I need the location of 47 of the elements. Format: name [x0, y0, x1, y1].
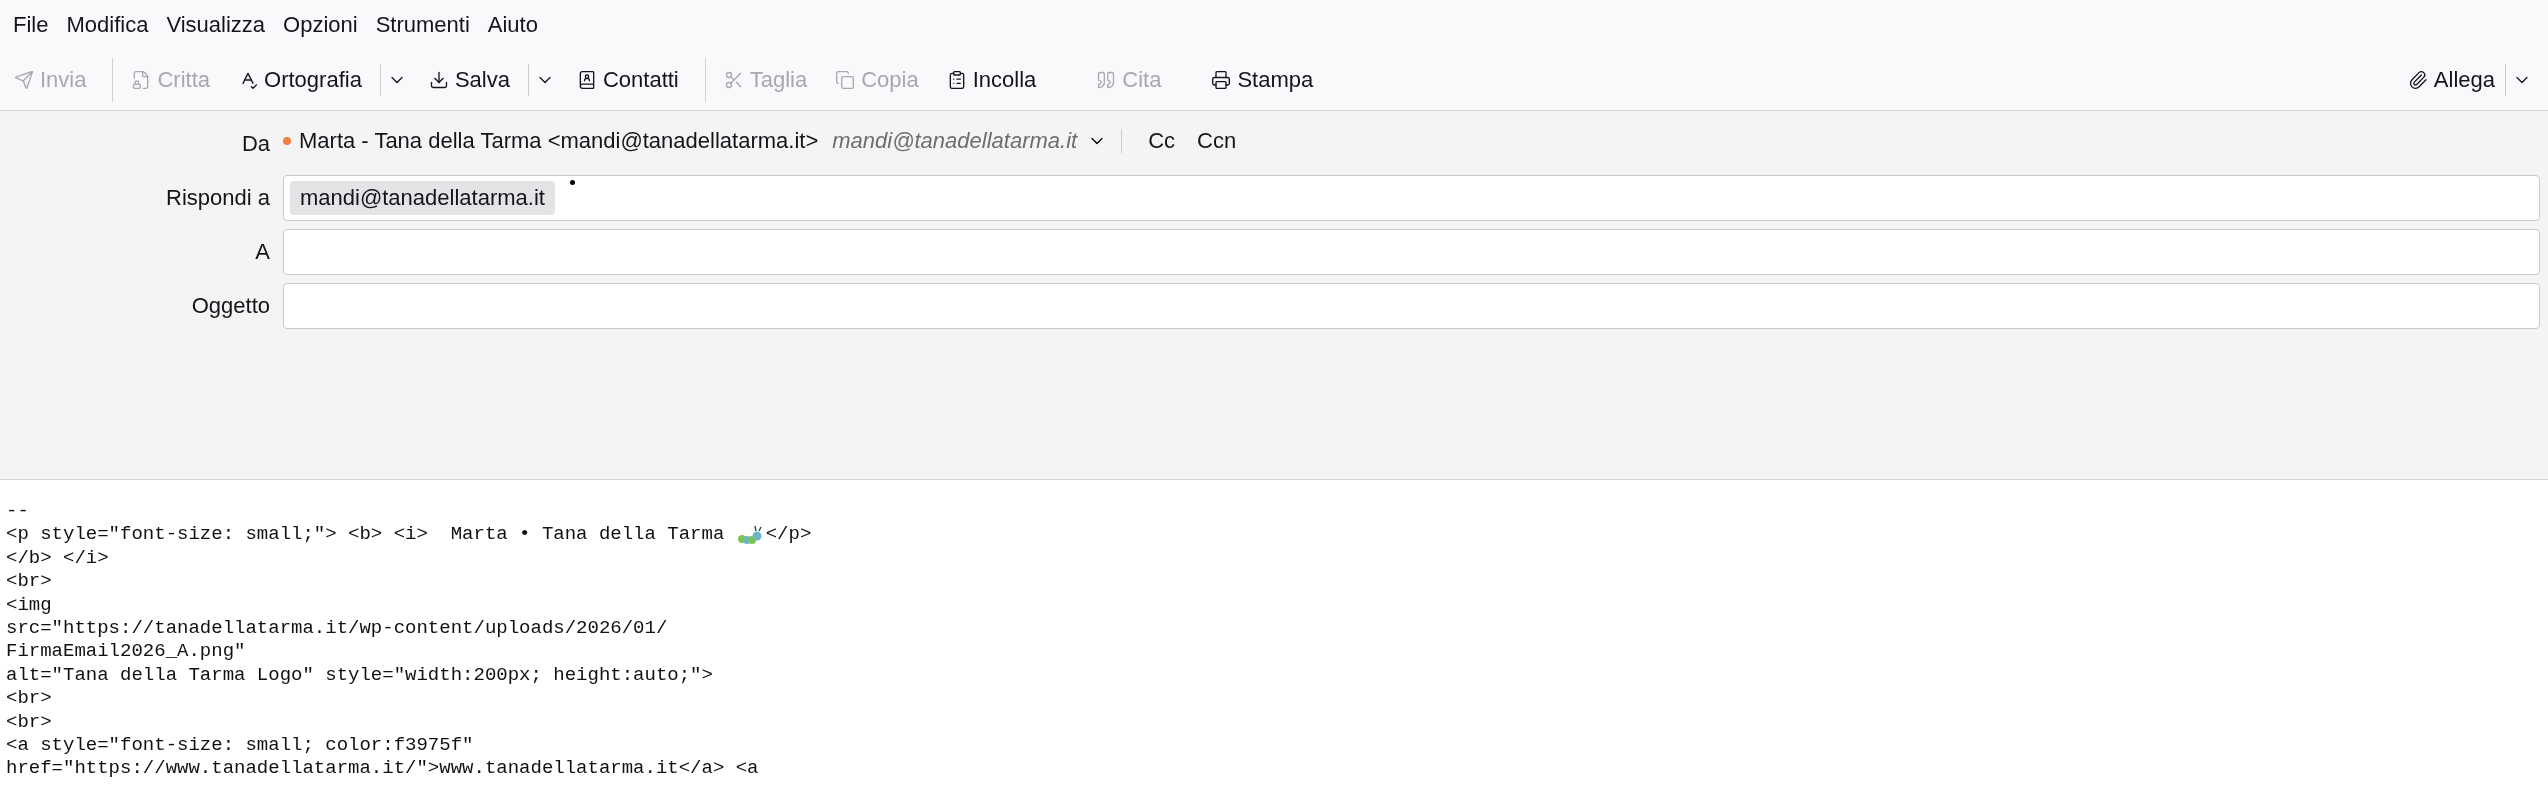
menu-item[interactable]: Modifica: [57, 12, 158, 38]
code-line: alt="Tana della Tarma Logo" style="width:200px; height:auto;">: [6, 663, 713, 688]
code-text: </p>: [765, 523, 812, 547]
sender-identity[interactable]: Marta - Tana della Tarma <mandi@tanadellatarma.it>: [299, 128, 819, 154]
menu-item[interactable]: File: [4, 12, 58, 38]
field-label: Da: [240, 131, 270, 157]
toolbar-button[interactable]: Salva: [418, 61, 520, 99]
menu-item[interactable]: Visualizza: [157, 12, 275, 38]
code-line: FirmaEmail2026_A.png": [6, 640, 246, 664]
code-line: <a style="font-size: small; color:f3975f": [6, 734, 474, 758]
scissors-icon: [723, 70, 744, 90]
menu-item[interactable]: Aiuto: [478, 12, 547, 38]
input-field[interactable]: [283, 229, 2540, 275]
status-dot: [283, 137, 291, 145]
quote-icon: [1096, 70, 1117, 90]
paperclip-icon: [2407, 70, 2428, 90]
toolbar-button[interactable]: Stampa: [1201, 61, 1324, 99]
recipient-pill[interactable]: mandi@tanadellatarma.it: [290, 181, 555, 215]
caterpillar-icon: [737, 525, 762, 546]
attach-button[interactable]: Allega: [2397, 61, 2505, 99]
cc-button[interactable]: Cc: [1136, 124, 1188, 158]
code-line: </b> </i>: [6, 546, 109, 571]
code-line: <br>: [6, 570, 52, 594]
code-line: --: [6, 500, 29, 524]
code-text: <p style="font-size: small;"> <b> <i> Marta • Tana della Tarma: [6, 523, 726, 547]
menu-item[interactable]: Strumenti: [366, 12, 479, 38]
send-icon: [14, 70, 34, 90]
sender-email: mandi@tanadellatarma.it: [832, 128, 1078, 154]
code-line: src="https://tanadellatarma.it/wp-content/uploads/2026/01/: [6, 617, 668, 641]
code-line: <br>: [6, 687, 52, 711]
field-label: Rispondi a: [165, 185, 270, 211]
bcc-button[interactable]: Ccn: [1185, 124, 1249, 158]
printer-icon: [1211, 70, 1232, 90]
copy-icon: [835, 70, 856, 90]
field-label: A: [254, 239, 270, 265]
toolbar-button[interactable]: Incolla: [936, 61, 1047, 99]
menu-item[interactable]: Opzioni: [274, 12, 367, 38]
toolbar-button[interactable]: Ortografia: [228, 61, 372, 99]
download-icon: [428, 70, 449, 90]
code-line: <img: [6, 593, 52, 618]
code-line: <br>: [6, 710, 52, 735]
input-field[interactable]: [283, 283, 2540, 329]
code-line: href="https://www.tanadellatarma.it/">www.tanadellatarma.it</a> <a: [6, 757, 759, 781]
dot-icon: [570, 180, 575, 185]
toolbar-button[interactable]: Contatti: [566, 61, 689, 99]
field-label: Oggetto: [190, 293, 270, 319]
input-field[interactable]: mandi@tanadellatarma.it: [283, 175, 2540, 221]
